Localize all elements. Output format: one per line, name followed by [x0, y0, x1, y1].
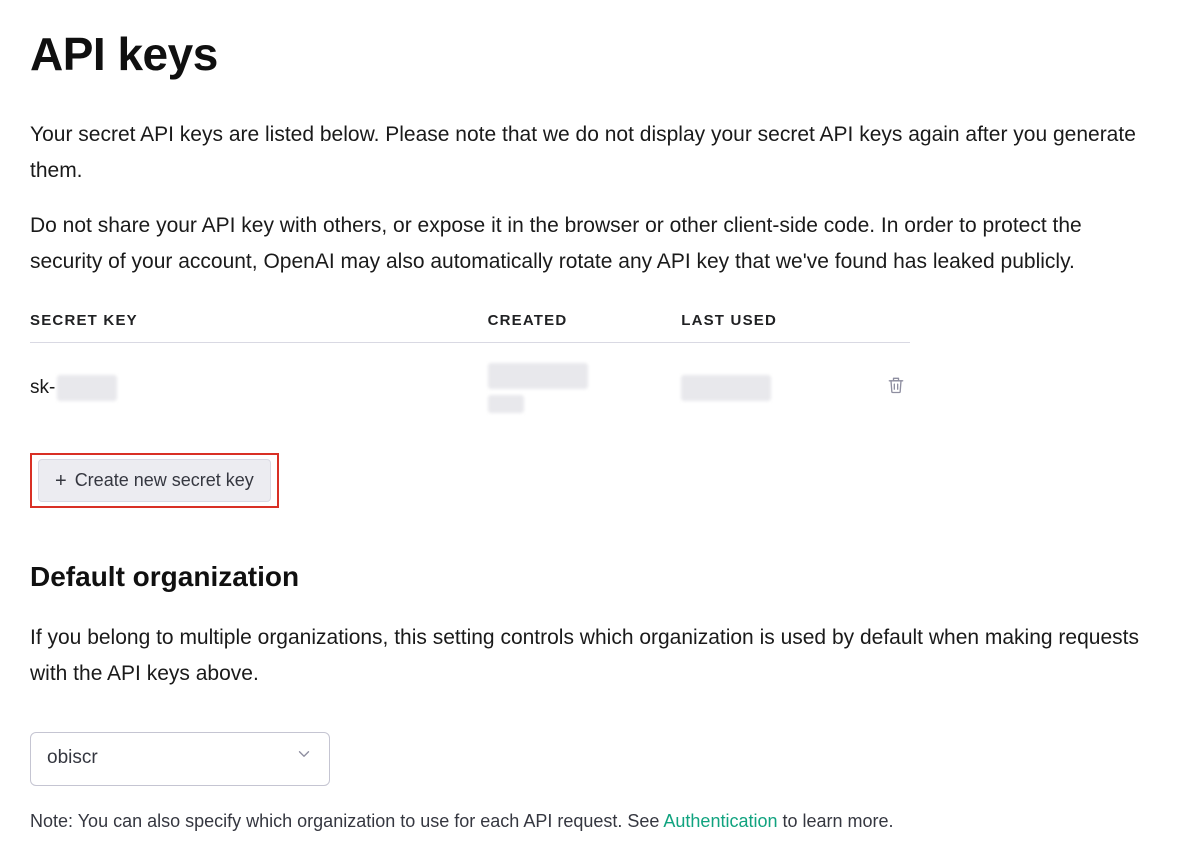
secret-key-prefix: sk-	[30, 374, 55, 403]
redacted-last-used	[681, 375, 771, 401]
authentication-link[interactable]: Authentication	[663, 811, 777, 831]
default-organization-heading: Default organization	[30, 556, 1158, 598]
table-header-secret: SECRET KEY	[30, 300, 488, 343]
redacted-secret	[57, 375, 117, 401]
note-prefix: Note: You can also specify which organiz…	[30, 811, 663, 831]
table-header-created: CREATED	[488, 300, 682, 343]
create-new-secret-key-button[interactable]: + Create new secret key	[38, 459, 271, 502]
organization-select[interactable]: obiscr	[30, 732, 330, 786]
table-header-last-used: LAST USED	[681, 300, 875, 343]
trash-icon	[886, 375, 906, 398]
description-paragraph-2: Do not share your API key with others, o…	[30, 208, 1150, 279]
default-org-description: If you belong to multiple organizations,…	[30, 620, 1150, 691]
delete-key-button[interactable]	[882, 372, 910, 400]
description-paragraph-1: Your secret API keys are listed below. P…	[30, 117, 1150, 188]
note-suffix: to learn more.	[778, 811, 894, 831]
plus-icon: +	[55, 471, 67, 491]
create-key-highlight: + Create new secret key	[30, 453, 279, 508]
create-new-secret-key-label: Create new secret key	[75, 470, 254, 491]
table-row: sk-	[30, 343, 910, 426]
chevron-down-icon	[295, 744, 313, 773]
redacted-created	[488, 363, 588, 389]
page-title: API keys	[30, 20, 1158, 89]
api-keys-table: SECRET KEY CREATED LAST USED sk-	[30, 300, 910, 426]
org-note: Note: You can also specify which organiz…	[30, 808, 1158, 835]
redacted-created-2	[488, 395, 524, 413]
organization-selected-value: obiscr	[47, 744, 98, 773]
